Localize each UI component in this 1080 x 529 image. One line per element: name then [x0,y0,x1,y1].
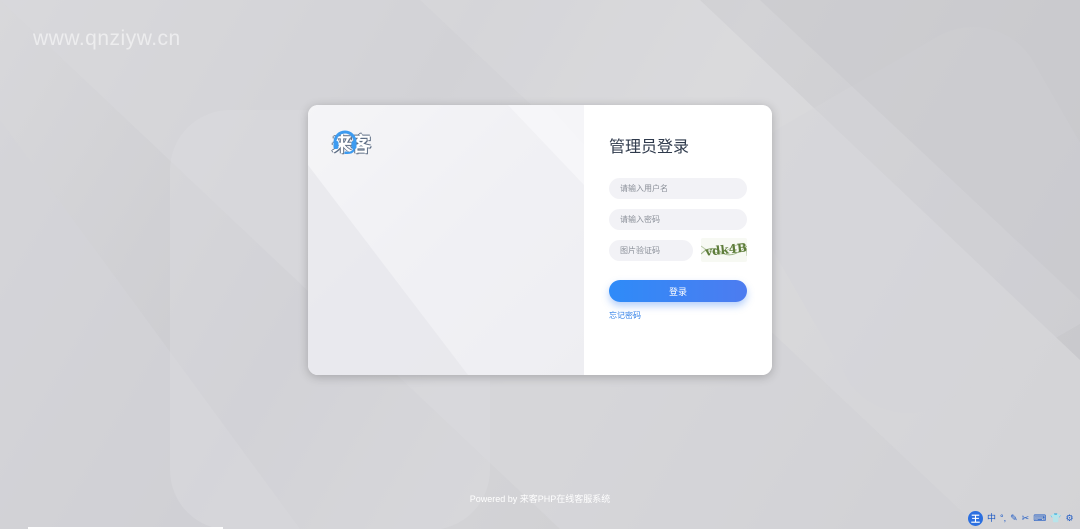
ime-scissors-icon[interactable]: ✂ [1022,514,1030,523]
ime-skin-icon[interactable]: 👕 [1050,514,1061,523]
card-illustration-panel: 来客 [308,105,584,375]
headset-icon [333,130,357,154]
password-input[interactable] [609,209,747,230]
ime-settings-icon[interactable]: ⚙ [1065,514,1073,523]
footer-powered-by: Powered by 来客PHP在线客服系统 [469,494,611,504]
ime-handwriting-icon[interactable]: ✎ [1010,514,1018,523]
ime-punctuation-icon[interactable]: °, [1000,514,1006,523]
captcha-image[interactable]: vdk4B [701,238,747,262]
captcha-graphic: vdk4B [701,240,747,259]
brand-logo: 来客 [332,128,371,157]
watermark-text: www.qnziyw.cn [33,27,181,50]
ime-keyboard-icon[interactable]: ⌨ [1033,514,1046,523]
ime-logo-icon[interactable]: 王 [968,511,983,526]
login-form-panel: 管理员登录 vdk4B 登录 忘记密码 [584,105,772,375]
ime-toolbar[interactable]: 王 中 °, ✎ ✂ ⌨ 👕 ⚙ [968,510,1074,527]
login-title: 管理员登录 [609,139,690,156]
ime-language-toggle[interactable]: 中 [987,514,996,523]
captcha-input[interactable] [609,240,693,261]
username-input[interactable] [609,178,747,199]
captcha-text: vdk4B [703,240,747,258]
login-button[interactable]: 登录 [609,280,747,302]
forgot-password-link[interactable]: 忘记密码 [609,310,641,321]
login-card: 来客 管理员登录 vdk4B 登录 忘记密码 [308,105,772,375]
